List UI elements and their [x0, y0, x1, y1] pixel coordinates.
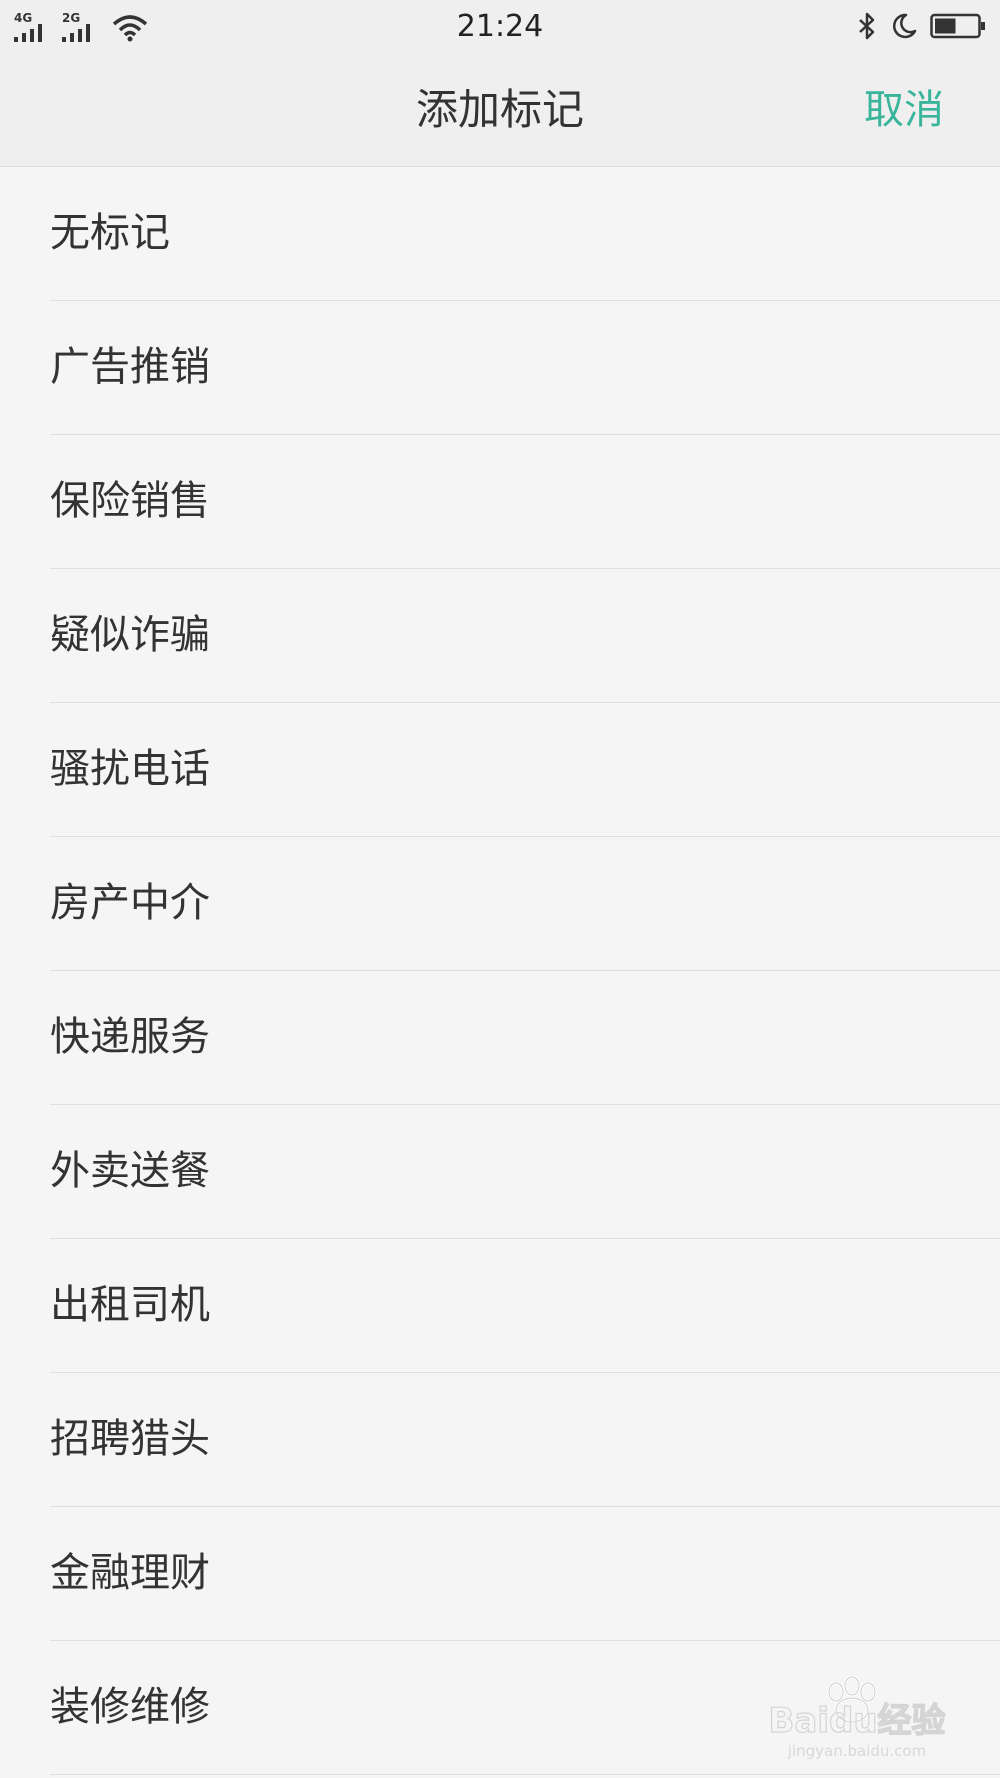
- list-item-label: 广告推销: [50, 344, 210, 390]
- list-item[interactable]: 保险销售: [0, 435, 1000, 569]
- list-item-label: 出租司机: [50, 1282, 210, 1328]
- list-item-label: 金融理财: [50, 1550, 210, 1596]
- list-item-label: 外卖送餐: [50, 1148, 210, 1194]
- list-item-label: 保险销售: [50, 478, 210, 524]
- header: 添加标记 取消: [0, 54, 1000, 167]
- page-title: 添加标记: [415, 85, 584, 134]
- list-item[interactable]: 招聘猎头: [0, 1373, 1000, 1507]
- list-item-label: 骚扰电话: [50, 746, 210, 792]
- baidu-watermark: Baidu经验 jingyan.baidu.com: [768, 1675, 946, 1760]
- list-item[interactable]: 快递服务: [0, 971, 1000, 1105]
- list-item[interactable]: 无标记: [0, 167, 1000, 301]
- list-item[interactable]: 房产中介: [0, 837, 1000, 971]
- tag-list: 无标记 广告推销 保险销售 疑似诈骗 骚扰电话 房产中介 快递服务 外卖送餐 出…: [0, 167, 1000, 1775]
- list-item[interactable]: 外卖送餐: [0, 1105, 1000, 1239]
- watermark-brand: Baidu经验: [768, 1701, 945, 1741]
- battery-icon: [930, 13, 985, 39]
- list-item[interactable]: 骚扰电话: [0, 703, 1000, 837]
- moon-icon: [892, 13, 917, 39]
- list-item[interactable]: 广告推销: [0, 301, 1000, 435]
- list-item-label: 房产中介: [50, 880, 210, 926]
- list-item[interactable]: 出租司机: [0, 1239, 1000, 1373]
- list-item-label: 无标记: [50, 210, 170, 256]
- watermark-url: jingyan.baidu.com: [787, 1742, 926, 1760]
- list-item[interactable]: 金融理财: [0, 1507, 1000, 1641]
- list-item-label: 招聘猎头: [50, 1416, 210, 1462]
- bluetooth-icon: [859, 12, 875, 40]
- cancel-button[interactable]: 取消: [864, 82, 944, 138]
- list-item-label: 快递服务: [50, 1014, 210, 1060]
- status-bar: 4G 2G 21:24: [0, 0, 1000, 54]
- divider: [50, 1774, 1000, 1775]
- list-item-label: 装修维修: [50, 1684, 210, 1730]
- status-right: [844, 10, 986, 42]
- list-item[interactable]: 疑似诈骗: [0, 569, 1000, 703]
- list-item-label: 疑似诈骗: [50, 612, 210, 658]
